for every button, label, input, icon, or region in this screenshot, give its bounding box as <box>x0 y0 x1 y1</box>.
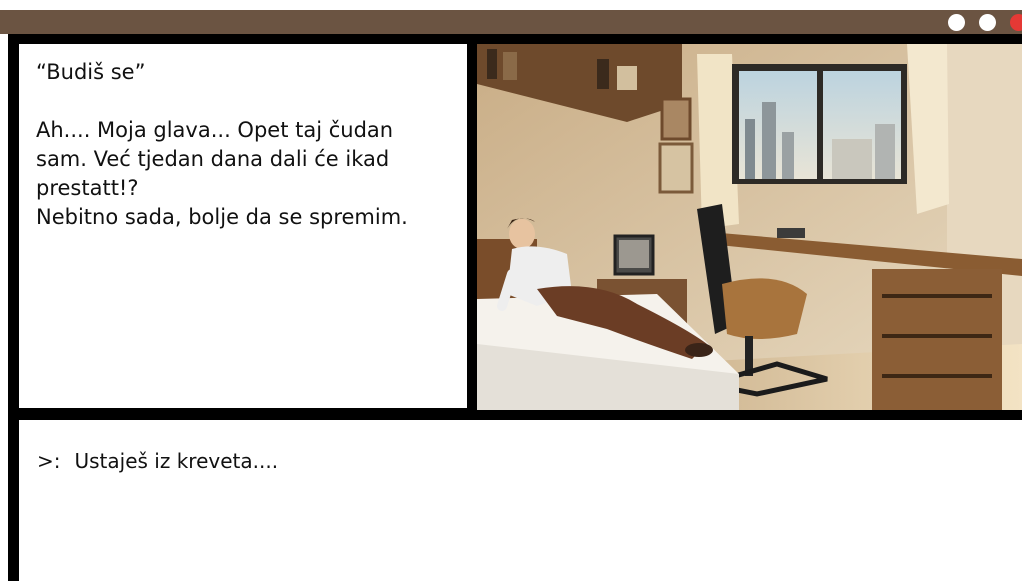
story-line <box>36 87 461 116</box>
story-line: Nebitno sada, bolje da se spremim. <box>36 205 408 229</box>
window-dot-2[interactable] <box>979 14 996 31</box>
console-line: >: Ustaješ iz kreveta.... <box>37 449 278 473</box>
story-line: prestatt!? <box>36 176 139 200</box>
window-dot-close[interactable] <box>1010 14 1022 31</box>
story-line: “Budiš se” <box>36 60 146 84</box>
story-panel: “Budiš se” Ah.... Moja glava... Opet taj… <box>19 44 467 408</box>
console-text: Ustaješ iz kreveta.... <box>74 449 279 473</box>
window-dot-1[interactable] <box>948 14 965 31</box>
story-text: “Budiš se” Ah.... Moja glava... Opet taj… <box>36 58 461 232</box>
console-prompt: >: <box>37 449 61 473</box>
story-line: sam. Već tjedan dana dali će ikad <box>36 147 390 171</box>
console-panel: >: Ustaješ iz kreveta.... <box>19 420 1022 581</box>
bedroom-illustration <box>477 44 1022 410</box>
story-line: Ah.... Moja glava... Opet taj čudan <box>36 118 394 142</box>
window-title-bar <box>0 10 1022 34</box>
bedroom-scene-image <box>477 44 1022 410</box>
